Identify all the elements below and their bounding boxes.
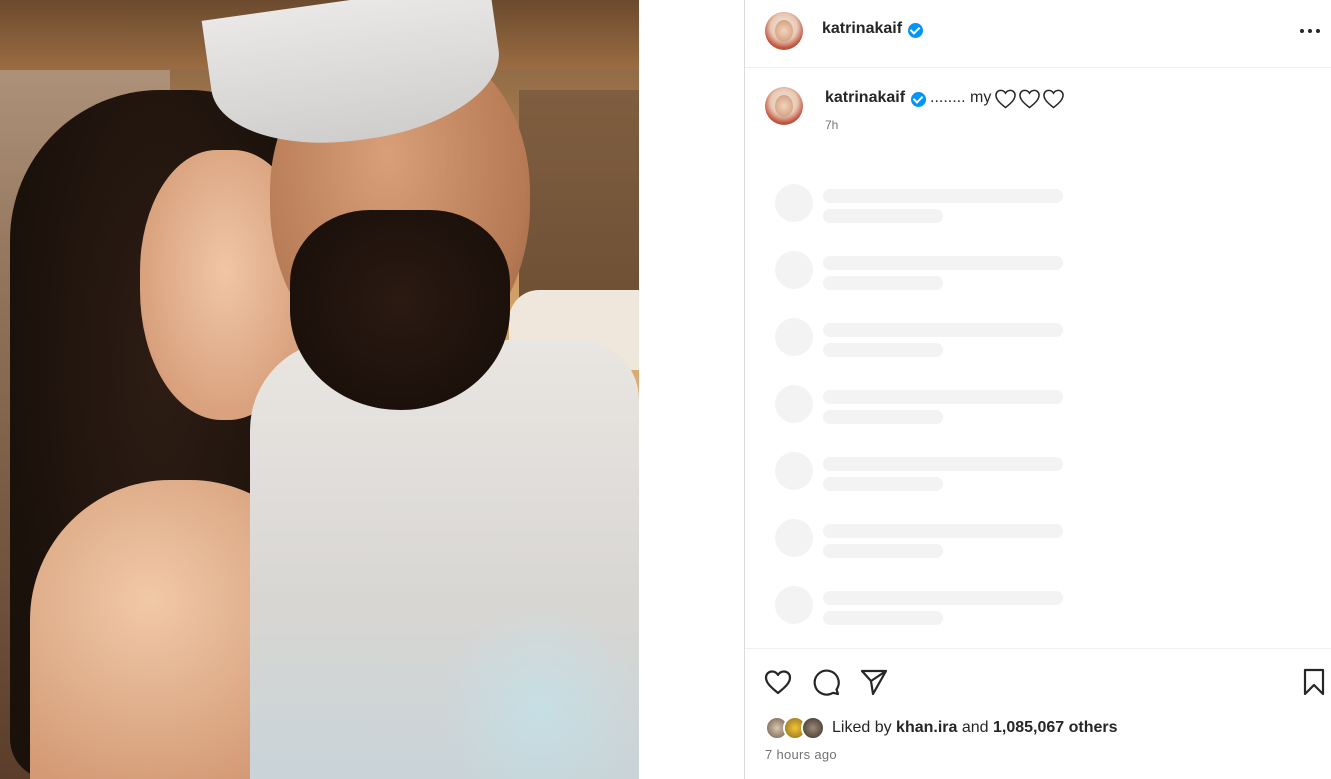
skeleton-line [823,524,1063,538]
comment-skeleton [775,452,1075,492]
post-sidebar: katrinakaif katrinakaif ........ my 7h L… [744,0,1331,779]
skeleton-line [823,410,943,424]
skeleton-avatar [775,519,813,557]
likes-text[interactable]: Liked by khan.ira and 1,085,067 others [832,719,1118,737]
white-heart-icon [995,89,1016,109]
bookmark-icon[interactable] [1299,667,1329,697]
caption-text: ........ my [930,89,992,106]
likes-and: and [961,719,989,736]
heart-icon[interactable] [763,667,793,697]
skeleton-line [823,276,943,290]
light-glare [440,600,639,779]
caption-emoji-group [994,88,1065,109]
verified-badge-icon [908,23,923,38]
verified-badge-icon [911,92,926,107]
skeleton-line [823,189,1063,203]
skeleton-line [823,591,1063,605]
skeleton-avatar [775,184,813,222]
comment-skeleton [775,519,1075,559]
skeleton-avatar [775,385,813,423]
author-username[interactable]: katrinakaif [822,20,902,38]
caption-author-username[interactable]: katrinakaif [825,89,905,107]
post-timestamp[interactable]: 7 hours ago [765,747,837,762]
white-heart-icon [1043,89,1064,109]
post-caption: katrinakaif ........ my 7h [745,80,1331,140]
comment-icon[interactable] [811,667,841,697]
comment-skeleton [775,586,1075,626]
likes-prefix: Liked by [832,719,892,736]
comment-skeleton [775,318,1075,358]
caption-author-avatar[interactable] [765,87,803,125]
share-icon[interactable] [859,667,889,697]
white-heart-icon [1019,89,1040,109]
skeleton-line [823,209,943,223]
comment-skeleton [775,385,1075,425]
skeleton-line [823,611,943,625]
skeleton-line [823,390,1063,404]
skeleton-line [823,457,1063,471]
man-beard [290,210,510,410]
skeleton-line [823,256,1063,270]
post-header: katrinakaif [745,0,1331,68]
skeleton-line [823,477,943,491]
skeleton-avatar [775,251,813,289]
liker-avatar[interactable] [801,716,825,740]
skeleton-avatar [775,318,813,356]
skeleton-avatar [775,452,813,490]
post-image[interactable] [0,0,639,779]
likes-summary: Liked by khan.ira and 1,085,067 others [765,714,1325,742]
comment-skeleton [775,184,1075,224]
skeleton-line [823,544,943,558]
likes-count[interactable]: 1,085,067 others [993,719,1118,736]
comment-skeleton [775,251,1075,291]
background-shelf [519,90,639,310]
skeleton-avatar [775,586,813,624]
more-options-icon[interactable] [1298,18,1322,42]
author-avatar[interactable] [765,12,803,50]
skeleton-line [823,323,1063,337]
liked-by-username[interactable]: khan.ira [896,719,957,736]
post-footer: Liked by khan.ira and 1,085,067 others 7… [745,648,1331,779]
action-bar [745,663,1331,699]
skeleton-line [823,343,943,357]
caption-timestamp[interactable]: 7h [825,118,838,132]
